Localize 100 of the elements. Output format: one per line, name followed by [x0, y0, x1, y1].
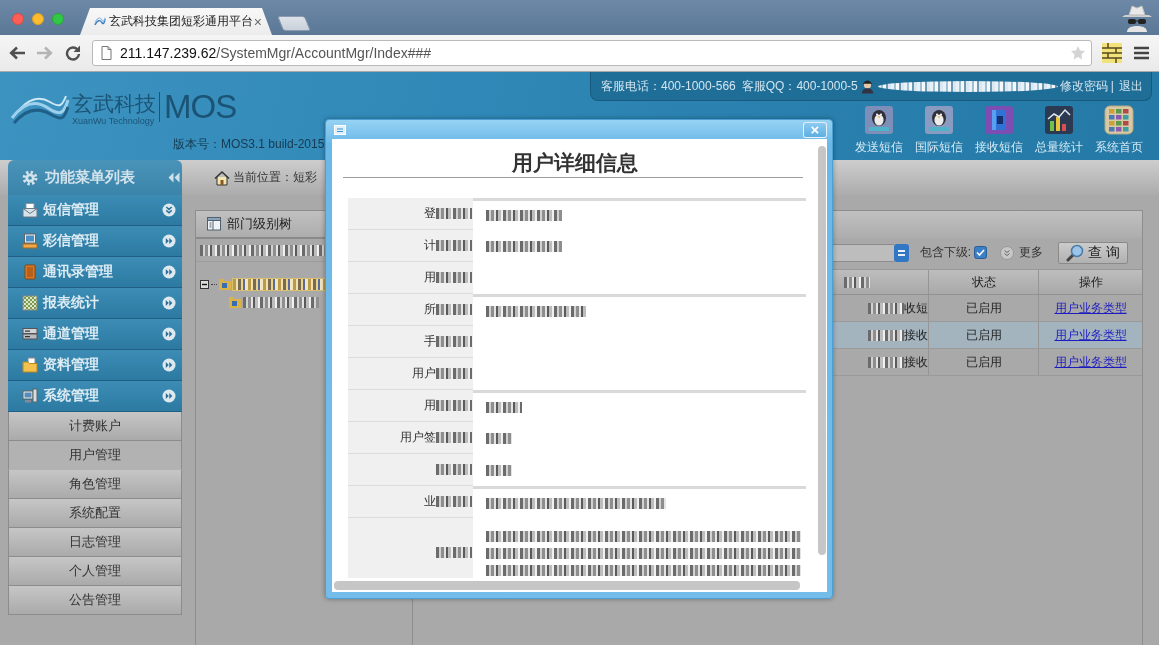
redacted-text	[486, 402, 522, 413]
avatar-icon	[859, 78, 875, 94]
menu-item[interactable]: 短信管理	[8, 195, 182, 226]
bar-chart-icon	[1044, 105, 1074, 135]
cell-text: 接收	[904, 353, 928, 371]
double-chevron-right-icon[interactable]	[162, 327, 176, 341]
menu-item[interactable]: 资料管理	[8, 350, 182, 381]
include-label: 包含下级:	[919, 244, 971, 261]
grid-icon	[1104, 105, 1134, 135]
field-label: 用	[424, 269, 436, 286]
shortcut-button[interactable]: 系统首页	[1095, 105, 1143, 156]
settings-icon	[22, 169, 38, 186]
horizontal-scrollbar[interactable]	[334, 581, 800, 590]
wave-icon	[94, 17, 106, 26]
envelope-icon	[22, 202, 38, 218]
menu-icon[interactable]	[1134, 46, 1149, 60]
list-window-icon	[207, 217, 221, 231]
submenu-item[interactable]: 角色管理	[8, 470, 182, 499]
menu-item[interactable]: 通讯录管理	[8, 257, 182, 288]
minus-box-icon[interactable]	[200, 279, 209, 289]
url-text: 211.147.239.62/SystemMgr/AccountMgr/Index###	[120, 45, 432, 61]
header-link[interactable]: 退出	[1118, 77, 1143, 95]
table-cell: 已启用	[929, 295, 1039, 321]
star-icon[interactable]	[1070, 45, 1086, 61]
version-text: 版本号：MOS3.1 build-2015	[173, 136, 325, 153]
redacted-text	[868, 356, 904, 368]
penguin-icon	[864, 105, 894, 135]
page-icon	[101, 46, 112, 60]
redacted-text	[436, 368, 472, 379]
home-icon	[214, 169, 230, 186]
menu-item[interactable]: 系统管理	[8, 381, 182, 412]
book-icon	[22, 264, 38, 280]
field-label: 用	[424, 397, 436, 414]
submenu-item[interactable]: 个人管理	[8, 557, 182, 586]
shortcut-button[interactable]: 总量统计	[1035, 105, 1083, 156]
redacted-text	[868, 329, 904, 341]
redacted-text[interactable]	[243, 296, 319, 308]
checker-icon	[22, 295, 38, 311]
redacted-text	[436, 400, 472, 411]
redacted-text	[436, 240, 472, 251]
double-chevron-down-icon	[1000, 245, 1014, 260]
double-chevron-left-icon[interactable]	[168, 171, 180, 184]
reload-icon[interactable]	[64, 45, 82, 61]
menu-title: 功能菜单列表	[45, 168, 135, 187]
field-label: 用户	[412, 365, 436, 382]
server-icon	[22, 326, 38, 342]
browser-tab[interactable]: 玄武科技集团短彩通用平台×	[80, 8, 272, 35]
shortcut-button[interactable]: 国际短信	[915, 105, 963, 156]
action-link[interactable]: 用户业务类型	[1054, 326, 1127, 344]
double-chevron-down-icon[interactable]	[162, 203, 176, 217]
shortcut-button[interactable]: 发送短信	[855, 105, 903, 156]
submenu-item[interactable]: 日志管理	[8, 528, 182, 557]
folder-icon	[22, 357, 38, 373]
search-icon	[1066, 243, 1085, 262]
action-link[interactable]: 用户业务类型	[1054, 353, 1127, 371]
query-button[interactable]: 查 询	[1058, 241, 1128, 264]
submenu-item[interactable]: 计费账户	[8, 412, 182, 441]
computer-icon	[22, 388, 38, 404]
more-button[interactable]: 更多	[1000, 244, 1043, 261]
redacted-text	[486, 464, 512, 476]
field-label: 计	[424, 237, 436, 254]
vertical-scrollbar[interactable]	[818, 146, 826, 555]
field-label: 业	[424, 493, 436, 510]
double-chevron-right-icon[interactable]	[162, 358, 176, 372]
window-icon	[334, 124, 346, 135]
column-header: 状态	[929, 270, 1039, 294]
brand-subtitle: XuanWu Technology	[72, 116, 155, 126]
redacted-text	[436, 208, 472, 219]
service-phone-text: 客服电话：400-1000-566	[601, 77, 736, 95]
redacted-text	[436, 336, 472, 347]
brick-icon[interactable]	[1102, 43, 1122, 63]
app-tile-icon	[984, 105, 1014, 135]
field-label: 所	[424, 301, 436, 318]
submenu-item[interactable]: 系统配置	[8, 499, 182, 528]
menu-item[interactable]: 彩信管理	[8, 226, 182, 257]
redacted-text	[436, 432, 472, 443]
separator-text: |	[1110, 79, 1114, 93]
tab-close-button[interactable]: ×	[253, 14, 262, 29]
menu-item[interactable]: 报表统计	[8, 288, 182, 319]
folder-icon	[229, 296, 241, 308]
double-chevron-right-icon[interactable]	[162, 296, 176, 310]
penguin-icon	[924, 105, 954, 135]
header-link[interactable]: 修改密码	[1059, 77, 1108, 95]
submenu-item[interactable]: 用户管理	[8, 441, 182, 470]
menu-item[interactable]: 通道管理	[8, 319, 182, 350]
redacted-text	[436, 464, 472, 475]
panel-title: 部门级别树	[227, 215, 292, 233]
redacted-text	[868, 302, 904, 314]
back-arrow-icon[interactable]	[8, 45, 26, 61]
include-checkbox[interactable]	[974, 246, 987, 259]
action-link[interactable]: 用户业务类型	[1054, 299, 1127, 317]
double-chevron-right-icon[interactable]	[162, 234, 176, 248]
submenu-item[interactable]: 公告管理	[8, 586, 182, 615]
table-cell: 已启用	[929, 322, 1039, 348]
shortcut-button[interactable]: 接收短信	[975, 105, 1023, 156]
address-field[interactable]: 211.147.239.62/SystemMgr/AccountMgr/Index###	[92, 40, 1092, 66]
window-minimize-button[interactable]	[32, 13, 44, 25]
cell-text: 收短	[904, 299, 928, 317]
double-chevron-right-icon[interactable]	[162, 265, 176, 279]
double-chevron-right-icon[interactable]	[162, 389, 176, 403]
